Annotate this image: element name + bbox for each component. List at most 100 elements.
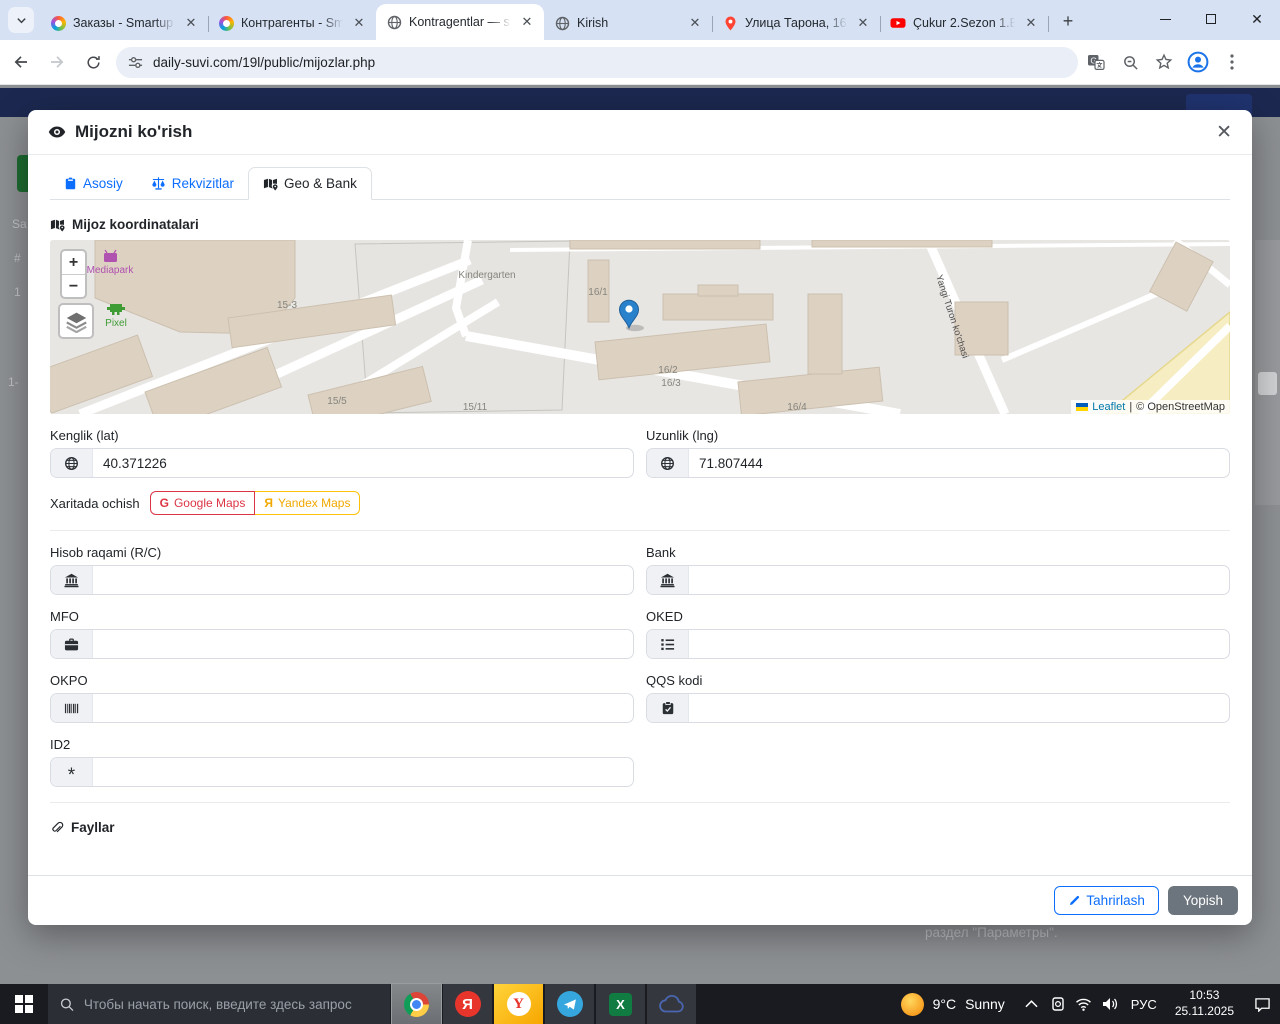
profile-avatar[interactable] xyxy=(1182,46,1214,78)
smartup-favicon-icon xyxy=(218,15,234,31)
tab-close-icon[interactable]: ✕ xyxy=(854,14,872,32)
url-text[interactable]: daily-suvi.com/19l/public/mijozlar.php xyxy=(153,55,375,70)
tab-cukur[interactable]: Çukur 2.Sezon 1.Bö ✕ xyxy=(880,6,1049,40)
address-bar[interactable]: daily-suvi.com/19l/public/mijozlar.php xyxy=(116,46,1078,78)
id2-input[interactable] xyxy=(93,758,633,786)
tab-kirish[interactable]: Kirish ✕ xyxy=(544,6,713,40)
map-attribution: Leaflet | © OpenStreetMap xyxy=(1071,400,1230,414)
field-label: Kenglik (lat) xyxy=(50,428,119,443)
time: 10:53 xyxy=(1189,988,1220,1003)
modal-close-icon[interactable]: ✕ xyxy=(1216,123,1232,142)
bank-input[interactable] xyxy=(689,566,1229,594)
tab-close-icon[interactable]: ✕ xyxy=(686,14,704,32)
windows-taskbar: Я Y X 9°C Sunny РУС 10:53 25.11.2025 xyxy=(0,983,1280,1024)
close-modal-button[interactable]: Yopish xyxy=(1167,886,1238,915)
window-close-button[interactable]: ✕ xyxy=(1234,0,1280,38)
tab-close-icon[interactable]: ✕ xyxy=(518,13,536,31)
zoom-icon[interactable] xyxy=(1114,46,1146,78)
map-canvas[interactable]: Kindergarten 15-3 15/5 15/11 16/1 16/2 1… xyxy=(50,240,1230,414)
tab-search-button[interactable] xyxy=(8,7,34,33)
wifi-icon[interactable] xyxy=(1071,998,1097,1011)
start-button[interactable] xyxy=(0,984,48,1024)
menu-kebab-icon[interactable] xyxy=(1216,46,1248,78)
briefcase-icon xyxy=(51,630,93,658)
google-maps-button[interactable]: G Google Maps xyxy=(149,491,256,515)
taskbar-search[interactable] xyxy=(48,984,390,1024)
okpo-input[interactable] xyxy=(93,694,633,722)
tab-kontragentlar-active[interactable]: Kontragentlar — si ✕ xyxy=(376,4,544,40)
scale-icon xyxy=(152,177,165,190)
tab-close-icon[interactable]: ✕ xyxy=(350,14,368,32)
field-label: ID2 xyxy=(50,737,71,752)
tab-kontragenty[interactable]: Контрагенты - Sm ✕ xyxy=(208,6,377,40)
field-hisob-raqami: Hisob raqami (R/C) xyxy=(50,545,634,595)
minimize-button[interactable] xyxy=(1142,0,1188,38)
cloud-icon xyxy=(658,995,684,1013)
taskbar-chrome[interactable] xyxy=(391,983,442,1024)
tab-ulitsa-tarona[interactable]: Улица Тарона, 16/ ✕ xyxy=(712,6,881,40)
oked-input[interactable] xyxy=(689,630,1229,658)
taskbar-telegram[interactable] xyxy=(545,984,594,1024)
taskbar-cloud[interactable] xyxy=(647,984,696,1024)
longitude-input[interactable] xyxy=(689,449,1229,477)
osm-credit: © OpenStreetMap xyxy=(1136,401,1225,413)
reload-button[interactable] xyxy=(78,47,108,77)
field-label: OKED xyxy=(646,609,683,624)
google-g-icon: G xyxy=(159,496,169,510)
zoom-out-button[interactable]: − xyxy=(62,274,85,297)
tab-close-icon[interactable]: ✕ xyxy=(1022,14,1040,32)
leaflet-map[interactable]: Kindergarten 15-3 15/5 15/11 16/1 16/2 1… xyxy=(50,240,1230,414)
forward-button[interactable] xyxy=(42,47,72,77)
back-button[interactable] xyxy=(6,47,36,77)
map-label: 16/2 xyxy=(658,365,678,376)
taskbar-yandex[interactable]: Я xyxy=(443,984,492,1024)
qqs-input[interactable] xyxy=(689,694,1229,722)
field-oked: OKED xyxy=(646,609,1230,659)
tab-close-icon[interactable]: ✕ xyxy=(182,14,200,32)
account-number-input[interactable] xyxy=(93,566,633,594)
clock[interactable]: 10:53 25.11.2025 xyxy=(1165,988,1244,1019)
asterisk-icon: * xyxy=(51,758,93,786)
maximize-button[interactable] xyxy=(1188,0,1234,38)
map-layers-control[interactable] xyxy=(58,303,94,339)
volume-icon[interactable] xyxy=(1097,997,1123,1011)
zoom-in-button[interactable]: + xyxy=(62,251,85,274)
latitude-input[interactable] xyxy=(93,449,633,477)
globe-icon xyxy=(51,449,93,477)
tray-device-icon[interactable] xyxy=(1045,996,1071,1012)
list-ol-icon xyxy=(647,630,689,658)
weather-widget[interactable]: 9°C Sunny xyxy=(887,992,1019,1016)
excel-icon: X xyxy=(609,992,632,1016)
mfo-input[interactable] xyxy=(93,630,633,658)
tab-geo-bank[interactable]: Geo & Bank xyxy=(248,167,372,200)
taskbar-search-input[interactable] xyxy=(83,996,378,1012)
field-label: QQS kodi xyxy=(646,673,703,688)
tab-rekvizitlar[interactable]: Rekvizitlar xyxy=(137,167,248,200)
tray-expand-chevron-icon[interactable] xyxy=(1019,1000,1045,1008)
tab-title: Заказы - Smartup xyxy=(73,16,174,30)
edit-button[interactable]: Tahrirlash xyxy=(1054,886,1159,915)
modal-header: Mijozni ko'rish ✕ xyxy=(28,110,1252,155)
telegram-icon xyxy=(556,991,583,1017)
map-label: Kindergarten xyxy=(458,270,515,281)
site-settings-icon[interactable] xyxy=(128,55,143,70)
field-label: OKPO xyxy=(50,673,88,688)
yandex-browser-icon: Y xyxy=(506,992,531,1016)
map-label: 16/1 xyxy=(588,287,608,298)
map-label: 15/11 xyxy=(463,402,488,413)
new-tab-button[interactable]: + xyxy=(1054,7,1082,35)
translate-icon[interactable]: G xyxy=(1080,46,1112,78)
leaflet-link[interactable]: Leaflet xyxy=(1092,401,1125,413)
field-qqs: QQS kodi xyxy=(646,673,1230,723)
field-bank: Bank xyxy=(646,545,1230,595)
taskbar-excel[interactable]: X xyxy=(596,984,645,1024)
tab-title: Çukur 2.Sezon 1.Bö xyxy=(913,16,1015,30)
taskbar-yandex-browser[interactable]: Y xyxy=(494,984,543,1024)
yandex-maps-button[interactable]: Я Yandex Maps xyxy=(255,491,361,515)
language-indicator[interactable]: РУС xyxy=(1123,997,1165,1012)
bookmark-star-icon[interactable] xyxy=(1148,46,1180,78)
map-links-group: G Google Maps Я Yandex Maps xyxy=(149,491,361,515)
notifications-icon[interactable] xyxy=(1244,997,1280,1012)
tab-asosiy[interactable]: Asosiy xyxy=(50,167,137,200)
tab-zakazy[interactable]: Заказы - Smartup ✕ xyxy=(40,6,209,40)
